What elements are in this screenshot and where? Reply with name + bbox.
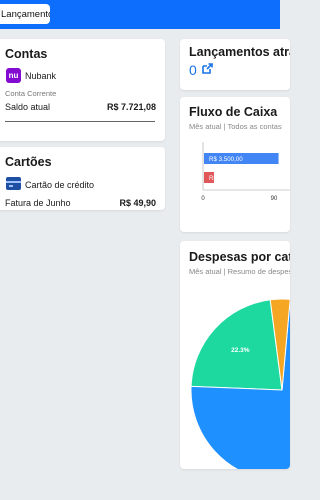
credit-cards-card: Cartões Cartão de crédito Fatura de Junh… bbox=[0, 147, 165, 210]
bar-value-label: R$ 467,95 bbox=[209, 175, 238, 182]
account-type: Conta Corrente bbox=[5, 89, 57, 98]
credit-card-icon bbox=[6, 177, 21, 190]
account-name[interactable]: Nubank bbox=[25, 71, 56, 81]
new-transaction-dropdown[interactable]: Lançamento ▾ bbox=[0, 4, 50, 24]
pie-slice[interactable] bbox=[190, 299, 283, 391]
overdue-transactions-title: Lançamentos atrasados bbox=[189, 45, 290, 59]
nubank-logo-icon: nu bbox=[6, 68, 21, 83]
invoice-value: R$ 49,90 bbox=[119, 198, 156, 208]
credit-card-name[interactable]: Cartão de crédito bbox=[25, 180, 94, 190]
invoice-label: Fatura de Junho bbox=[5, 198, 71, 208]
divider bbox=[5, 121, 155, 122]
cash-flow-subtitle: Mês atual | Todos as contas bbox=[189, 122, 282, 131]
balance-label: Saldo atual bbox=[5, 102, 51, 112]
new-transaction-label: Lançamento bbox=[1, 8, 50, 20]
expenses-pie-chart: 22.3% bbox=[190, 298, 290, 469]
expenses-title: Despesas por categoria bbox=[189, 250, 290, 264]
bar-value-label: R$ 3.500,00 bbox=[209, 156, 243, 163]
external-link-icon[interactable] bbox=[201, 63, 213, 75]
expenses-subtitle: Mês atual | Resumo de despesas bbox=[189, 267, 290, 276]
balance-value: R$ 7.721,08 bbox=[106, 102, 156, 112]
top-navbar: Lançamento ▾ bbox=[0, 0, 280, 29]
accounts-card: Contas nu Nubank Conta Corrente Saldo at… bbox=[0, 39, 165, 141]
cash-flow-title: Fluxo de Caixa bbox=[189, 105, 278, 119]
credit-cards-title: Cartões bbox=[5, 155, 52, 169]
cash-flow-bar-chart: R$ 3.500,00 R$ 467,95 0 90 bbox=[201, 142, 290, 202]
cash-flow-card: Fluxo de Caixa Mês atual | Todos as cont… bbox=[180, 97, 290, 232]
x-tick-label: 0 bbox=[201, 196, 205, 202]
overdue-transactions-card: Lançamentos atrasados 0 bbox=[180, 39, 290, 90]
x-tick-label: 90 bbox=[271, 196, 278, 202]
pie-slice-label: 22.3% bbox=[231, 347, 250, 354]
overdue-count: 0 bbox=[189, 62, 197, 78]
expenses-by-category-card: Despesas por categoria Mês atual | Resum… bbox=[180, 241, 290, 469]
accounts-title: Contas bbox=[5, 47, 48, 61]
